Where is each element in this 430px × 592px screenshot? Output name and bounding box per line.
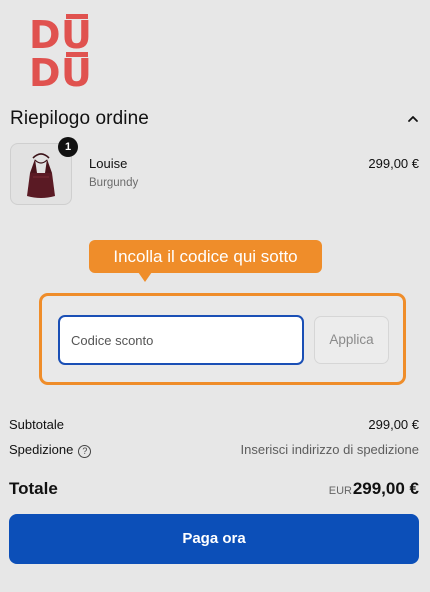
brand-logo[interactable]: D U D U [29,13,95,95]
paste-code-tooltip: Incolla il codice qui sotto [89,240,322,273]
product-variant: Burgundy [89,177,139,189]
subtotal-value: 299,00 € [368,417,419,432]
total-currency: EUR [328,485,352,497]
logo-letter-d: D [29,51,64,95]
logo-row-bottom: D U [29,51,95,95]
pay-now-button[interactable]: Paga ora [9,514,419,564]
product-name: Louise [89,156,128,171]
shipping-row: Spedizione? [9,442,92,458]
logo-macron [66,14,88,19]
total-value: 299,00 € [352,479,419,498]
logo-letter-u: U [61,51,95,95]
cutoff-text: . _ . . . . . . . . . [228,572,308,576]
subtotal-label: Subtotale [9,417,64,432]
logo-macron [66,52,88,57]
order-summary-title[interactable]: Riepilogo ordine [10,108,149,130]
apply-discount-button[interactable]: Applica [314,316,389,364]
quantity-badge: 1 [58,137,78,157]
logo-row-top: D U [29,13,95,57]
total-label: Totale [9,479,58,498]
checkout-page: D U D U Riepilogo ordine 1 Louise Burgun… [0,0,430,592]
chevron-up-icon[interactable] [406,112,420,126]
logo-letter-u: U [61,13,95,57]
discount-code-input[interactable] [58,315,304,365]
shipping-value: Inserisci indirizzo di spedizione [240,442,419,457]
shipping-label: Spedizione [9,442,74,457]
question-circle-icon[interactable]: ? [78,445,92,458]
product-price: 299,00 € [368,156,419,171]
logo-letter-d: D [29,13,64,57]
tooltip-arrow [138,272,152,282]
